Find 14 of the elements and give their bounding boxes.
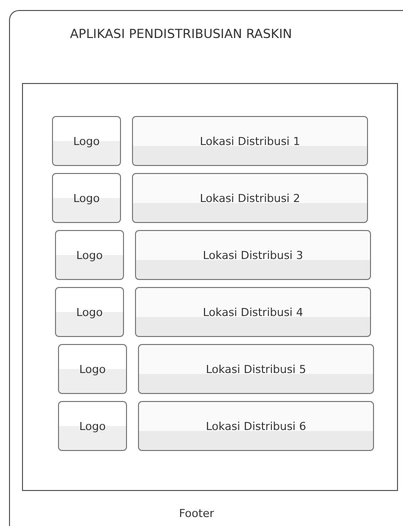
footer-text: Footer [179,507,214,520]
logo-tile: Logo [52,116,121,166]
location-button[interactable]: Lokasi Distribusi 5 [138,344,374,394]
location-button[interactable]: Lokasi Distribusi 3 [135,230,371,280]
logo-tile: Logo [55,287,124,337]
location-button[interactable]: Lokasi Distribusi 4 [135,287,371,337]
logo-tile: Logo [52,173,121,223]
app-title: APLIKASI PENDISTRIBUSIAN RASKIN [69,25,294,43]
logo-tile: Logo [58,401,127,451]
location-button[interactable]: Lokasi Distribusi 2 [132,173,368,223]
logo-tile: Logo [55,230,124,280]
logo-tile: Logo [58,344,127,394]
location-button[interactable]: Lokasi Distribusi 6 [138,401,374,451]
location-button[interactable]: Lokasi Distribusi 1 [132,116,368,166]
